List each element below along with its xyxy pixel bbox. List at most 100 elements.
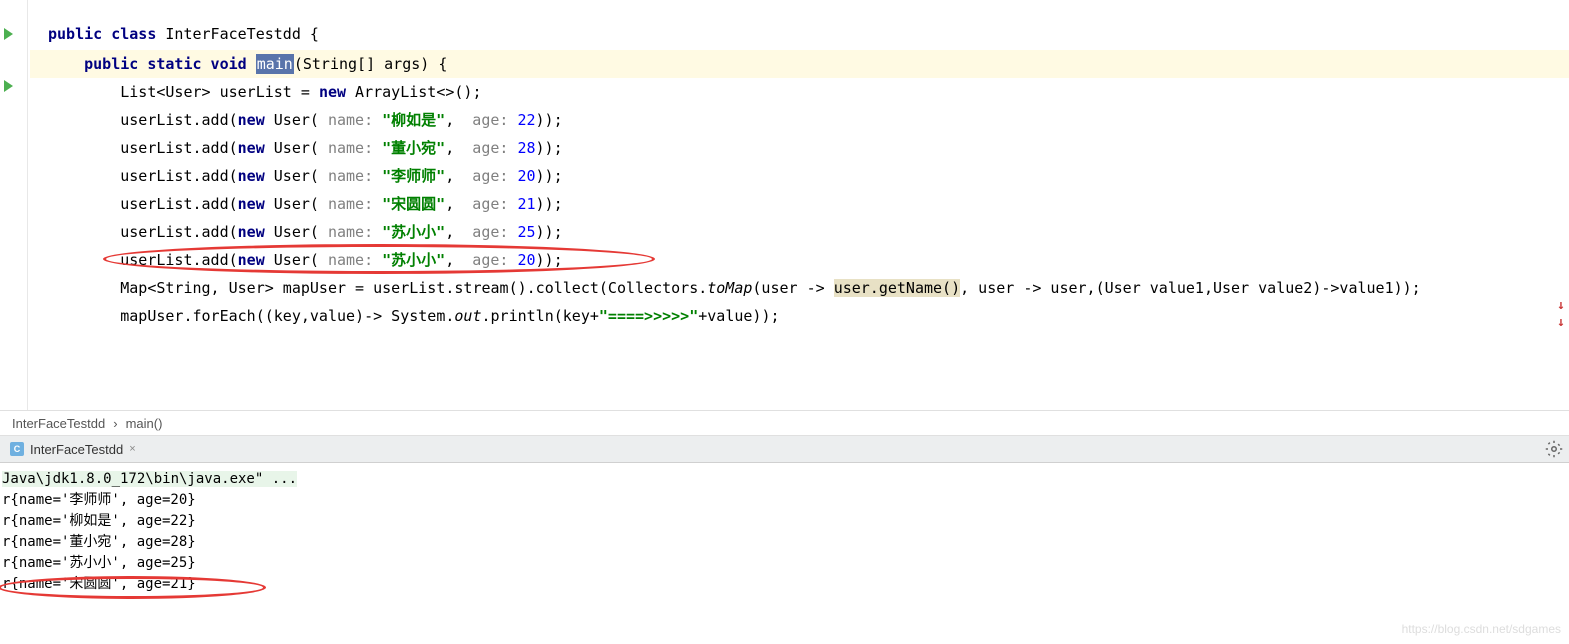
string-literal: "====>>>>>"	[599, 307, 698, 325]
code-text: User(	[265, 167, 319, 185]
string-literal: "董小宛"	[382, 139, 445, 157]
console-line: r{name='柳如是', age=22}	[2, 511, 1567, 532]
code-text: .println(key+	[481, 307, 598, 325]
code-text: userList.add(	[120, 223, 237, 241]
field-ref: out	[454, 307, 481, 325]
method-name-main: main	[256, 54, 294, 74]
code-text: , user -> user,(User value1,User value2)…	[960, 279, 1421, 297]
keyword: new	[238, 251, 265, 269]
param-hint: name:	[319, 139, 382, 157]
param-hint: age:	[463, 167, 517, 185]
string-literal: "苏小小"	[382, 251, 445, 269]
keyword: new	[238, 139, 265, 157]
keyword: new	[238, 167, 265, 185]
run-icon[interactable]	[4, 28, 13, 40]
console-line: r{name='宋圆圆', age=21}	[2, 574, 1567, 595]
java-class-icon: C	[10, 442, 24, 456]
code-text: mapUser.forEach((key,value)-> System.	[120, 307, 454, 325]
code-text: User(	[265, 139, 319, 157]
keyword: new	[238, 111, 265, 129]
code-text: ,	[445, 167, 463, 185]
param-hint: age:	[463, 223, 517, 241]
watermark: https://blog.csdn.net/sdgames	[1402, 622, 1561, 636]
code-line-highlighted[interactable]: public static void main(String[] args) {	[30, 50, 1569, 78]
code-text: userList.add(	[120, 111, 237, 129]
code-line[interactable]: userList.add(new User( name: "柳如是", age:…	[30, 106, 1569, 134]
gear-icon[interactable]	[1545, 440, 1563, 462]
code-line[interactable]: public class InterFaceTestdd {	[30, 20, 1569, 48]
string-literal: "柳如是"	[382, 111, 445, 129]
param-hint: name:	[319, 195, 382, 213]
code-text: +value));	[698, 307, 779, 325]
code-text: ,	[445, 223, 463, 241]
console-line: r{name='苏小小', age=25}	[2, 553, 1567, 574]
console-tab[interactable]: C InterFaceTestdd ×	[0, 438, 146, 461]
console-output[interactable]: Java\jdk1.8.0_172\bin\java.exe" ... r{na…	[0, 463, 1569, 601]
code-line[interactable]: Map<String, User> mapUser = userList.str…	[30, 274, 1569, 302]
code-text: ArrayList<>();	[346, 83, 481, 101]
close-icon[interactable]: ×	[129, 443, 135, 455]
tab-label: InterFaceTestdd	[30, 442, 123, 457]
code-text: userList.add(	[120, 139, 237, 157]
code-text: User(	[265, 111, 319, 129]
param-hint: name:	[319, 223, 382, 241]
code-text: ));	[536, 223, 563, 241]
console-tab-bar: C InterFaceTestdd ×	[0, 436, 1569, 463]
run-icon[interactable]	[4, 80, 13, 92]
number-literal: 21	[517, 195, 535, 213]
code-text: User(	[265, 195, 319, 213]
console-header: Java\jdk1.8.0_172\bin\java.exe" ...	[2, 471, 297, 487]
highlighted-expression: user.getName()	[834, 279, 960, 297]
keyword: new	[319, 83, 346, 101]
error-marker-icon[interactable]: ↓	[1557, 298, 1565, 313]
code-text: userList.add(	[120, 167, 237, 185]
code-text: (String[] args) {	[294, 55, 448, 73]
code-text: (user ->	[752, 279, 833, 297]
string-literal: "宋圆圆"	[382, 195, 445, 213]
breadcrumb-class[interactable]: InterFaceTestdd	[12, 416, 105, 431]
code-text: userList.add(	[120, 251, 237, 269]
string-literal: "苏小小"	[382, 223, 445, 241]
param-hint: name:	[319, 111, 382, 129]
breadcrumb[interactable]: InterFaceTestdd › main()	[0, 410, 1569, 436]
method-ref: toMap	[707, 279, 752, 297]
code-text: List<User> userList =	[120, 83, 319, 101]
number-literal: 20	[517, 167, 535, 185]
code-line[interactable]: userList.add(new User( name: "宋圆圆", age:…	[30, 190, 1569, 218]
code-text: ,	[445, 139, 463, 157]
number-literal: 22	[517, 111, 535, 129]
code-text: ));	[536, 251, 563, 269]
code-editor[interactable]: ↓ ↓ public class InterFaceTestdd { publi…	[0, 0, 1569, 410]
code-line[interactable]: userList.add(new User( name: "董小宛", age:…	[30, 134, 1569, 162]
code-text: ,	[445, 195, 463, 213]
param-hint: age:	[463, 251, 517, 269]
code-text: ,	[445, 251, 463, 269]
number-literal: 20	[517, 251, 535, 269]
code-text: userList.add(	[120, 195, 237, 213]
param-hint: age:	[463, 139, 517, 157]
code-line[interactable]: mapUser.forEach((key,value)-> System.out…	[30, 302, 1569, 330]
number-literal: 25	[517, 223, 535, 241]
console-line: r{name='李师师', age=20}	[2, 490, 1567, 511]
code-text: ));	[536, 167, 563, 185]
error-marker-icon[interactable]: ↓	[1557, 315, 1565, 330]
code-text: User(	[265, 251, 319, 269]
code-text: ));	[536, 111, 563, 129]
number-literal: 28	[517, 139, 535, 157]
keyword: public static void	[84, 55, 256, 73]
keyword: new	[238, 223, 265, 241]
code-text: User(	[265, 223, 319, 241]
keyword: public class	[48, 25, 156, 43]
code-line[interactable]: userList.add(new User( name: "苏小小", age:…	[30, 246, 1569, 274]
code-text: Map<String, User> mapUser = userList.str…	[120, 279, 707, 297]
param-hint: age:	[463, 111, 517, 129]
breadcrumb-method[interactable]: main()	[126, 416, 163, 431]
breadcrumb-separator: ›	[113, 416, 117, 431]
code-line[interactable]: userList.add(new User( name: "苏小小", age:…	[30, 218, 1569, 246]
editor-gutter	[0, 0, 28, 410]
code-text: ));	[536, 139, 563, 157]
keyword: new	[238, 195, 265, 213]
code-line[interactable]: userList.add(new User( name: "李师师", age:…	[30, 162, 1569, 190]
code-text: ));	[536, 195, 563, 213]
code-line[interactable]: List<User> userList = new ArrayList<>();	[30, 78, 1569, 106]
